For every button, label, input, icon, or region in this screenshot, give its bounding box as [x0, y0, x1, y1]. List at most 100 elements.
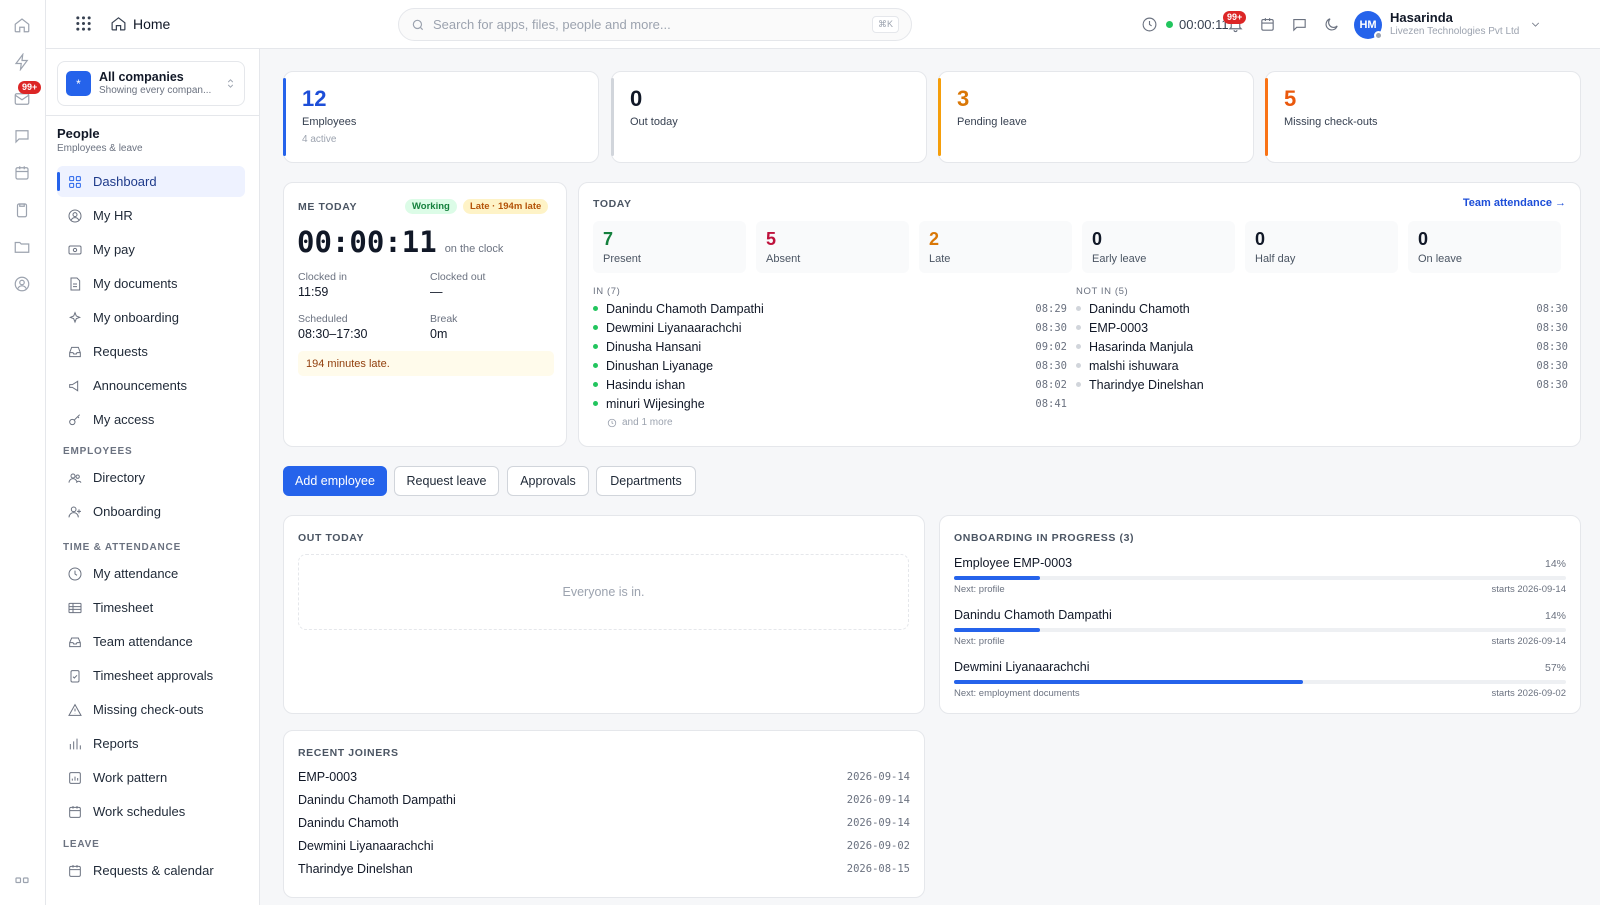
notin-row[interactable]: Hasarinda Manjula 08:30: [1076, 337, 1568, 356]
progress-track: [954, 628, 1566, 632]
notifications-badge: 99+: [1223, 11, 1247, 24]
onboarding-item[interactable]: Employee EMP-0003 14% Next: profile star…: [954, 556, 1566, 604]
onboarding-pct: 14%: [1544, 610, 1566, 622]
nav-label: My HR: [93, 208, 133, 223]
nav-requests[interactable]: Requests: [57, 336, 245, 367]
notin-row[interactable]: EMP-0003 08:30: [1076, 318, 1568, 337]
timer-status-dot: [1166, 21, 1173, 28]
status-dot: [593, 306, 598, 311]
metric-label: Half day: [1255, 253, 1296, 265]
onboarding-start: starts 2026-09-14: [1491, 584, 1566, 595]
calendar-icon: [1261, 18, 1274, 31]
stat-employees[interactable]: 12 Employees 4 active: [283, 71, 599, 163]
nav-label: My attendance: [93, 566, 179, 581]
joiner-row[interactable]: Tharindye Dinelshan 2026-08-15: [298, 859, 910, 879]
home-link[interactable]: Home: [110, 15, 170, 32]
warning-icon: [68, 703, 82, 716]
joiner-row[interactable]: EMP-0003 2026-09-14: [298, 767, 910, 787]
person-time: 08:30: [1536, 340, 1568, 353]
app-grid-icon[interactable]: [75, 15, 92, 35]
joiner-name: Tharindye Dinelshan: [298, 862, 413, 876]
joiner-row[interactable]: Dewmini Liyanaarachchi 2026-09-02: [298, 836, 910, 856]
in-row[interactable]: minuri Wijesinghe 08:41: [593, 394, 1067, 413]
home-icon[interactable]: [13, 16, 33, 36]
nav-my-documents[interactable]: My documents: [57, 268, 245, 299]
add-employee-button[interactable]: Add employee: [283, 466, 387, 496]
calendar-icon[interactable]: [13, 164, 33, 184]
onboarding-next: Next: profile: [954, 584, 1005, 595]
in-row[interactable]: Dinusha Hansani 09:02: [593, 337, 1067, 356]
apps-icon[interactable]: [13, 875, 33, 895]
onboarding-item[interactable]: Danindu Chamoth Dampathi 14% Next: profi…: [954, 608, 1566, 656]
stat-missing-checkouts[interactable]: 5 Missing check-outs: [1265, 71, 1581, 163]
mail-badge: 99+: [18, 81, 42, 94]
search-bar[interactable]: ⌘K: [398, 8, 912, 41]
request-leave-button[interactable]: Request leave: [394, 466, 499, 496]
nav-dashboard[interactable]: Dashboard: [57, 166, 245, 197]
team-attendance-link[interactable]: Team attendance →: [1463, 197, 1566, 209]
search-input[interactable]: [433, 17, 864, 32]
joiner-date: 2026-09-14: [846, 817, 910, 829]
onboarding-item[interactable]: Dewmini Liyanaarachchi 57% Next: employm…: [954, 660, 1566, 708]
nav-my-pay[interactable]: My pay: [57, 234, 245, 265]
timer-widget[interactable]: 00:00:11: [1141, 0, 1229, 49]
notin-row[interactable]: malshi ishuwara 08:30: [1076, 356, 1568, 375]
chat-icon[interactable]: [13, 127, 33, 147]
status-dot: [1076, 306, 1081, 311]
theme-toggle[interactable]: [1323, 0, 1340, 49]
nav-directory[interactable]: Directory: [57, 462, 245, 493]
metric-absent[interactable]: 5 Absent: [756, 221, 909, 273]
metric-early-leave[interactable]: 0 Early leave: [1082, 221, 1235, 273]
nav-work-schedules[interactable]: Work schedules: [57, 796, 245, 827]
nav-work-pattern[interactable]: Work pattern: [57, 762, 245, 793]
user-menu[interactable]: HM Hasarinda Livezen Technologies Pvt Lt…: [1354, 0, 1542, 49]
metric-label: Late: [929, 253, 951, 265]
messages-button[interactable]: [1291, 0, 1308, 49]
in-row[interactable]: Hasindu ishan 08:02: [593, 375, 1067, 394]
nav-timesheet-approvals[interactable]: Timesheet approvals: [57, 660, 245, 691]
nav-requests-calendar[interactable]: Requests & calendar: [57, 855, 245, 886]
onboarding-next: Next: profile: [954, 636, 1005, 647]
nav-label: Requests & calendar: [93, 863, 214, 878]
folder-icon[interactable]: [13, 238, 33, 258]
in-row[interactable]: Dewmini Liyanaarachchi 08:30: [593, 318, 1067, 337]
metric-late[interactable]: 2 Late: [919, 221, 1072, 273]
progress-fill: [954, 628, 1040, 632]
nav-timesheet[interactable]: Timesheet: [57, 592, 245, 623]
in-more[interactable]: and 1 more: [607, 417, 673, 428]
section-sub: Employees & leave: [57, 143, 143, 154]
nav-missing-checkouts[interactable]: Missing check-outs: [57, 694, 245, 725]
joiner-date: 2026-09-02: [846, 840, 910, 852]
nav-my-hr[interactable]: My HR: [57, 200, 245, 231]
notin-row[interactable]: Danindu Chamoth 08:30: [1076, 299, 1568, 318]
clipboard-icon[interactable]: [13, 201, 33, 221]
bolt-icon[interactable]: [13, 52, 33, 73]
nav-my-access[interactable]: My access: [57, 404, 245, 435]
stat-out-today[interactable]: 0 Out today: [611, 71, 927, 163]
nav-my-attendance[interactable]: My attendance: [57, 558, 245, 589]
calendar-button[interactable]: [1259, 0, 1276, 49]
metric-half-day[interactable]: 0 Half day: [1245, 221, 1398, 273]
notin-row[interactable]: Tharindye Dinelshan 08:30: [1076, 375, 1568, 394]
in-row[interactable]: Dinushan Liyanage 08:30: [593, 356, 1067, 375]
break-label: Break: [430, 313, 458, 325]
notifications-button[interactable]: [1227, 0, 1244, 49]
nav-my-onboarding[interactable]: My onboarding: [57, 302, 245, 333]
departments-button[interactable]: Departments: [596, 466, 696, 496]
nav-announcements[interactable]: Announcements: [57, 370, 245, 401]
chevron-updown-icon: [227, 79, 234, 88]
in-row[interactable]: Danindu Chamoth Dampathi 08:29: [593, 299, 1067, 318]
company-switcher[interactable]: * All companies Showing every compan...: [57, 61, 245, 106]
user-circle-icon[interactable]: [13, 275, 33, 295]
metric-present[interactable]: 7 Present: [593, 221, 746, 273]
nav-onboarding[interactable]: Onboarding: [57, 496, 245, 527]
nav-reports[interactable]: Reports: [57, 728, 245, 759]
nav-team-attendance[interactable]: Team attendance: [57, 626, 245, 657]
approvals-button[interactable]: Approvals: [507, 466, 589, 496]
metric-on-leave[interactable]: 0 On leave: [1408, 221, 1561, 273]
joiner-row[interactable]: Danindu Chamoth 2026-09-14: [298, 813, 910, 833]
late-note: 194 minutes late.: [298, 351, 554, 376]
stat-pending-leave[interactable]: 3 Pending leave: [938, 71, 1254, 163]
person-name: Hasarinda Manjula: [1089, 339, 1194, 354]
joiner-row[interactable]: Danindu Chamoth Dampathi 2026-09-14: [298, 790, 910, 810]
